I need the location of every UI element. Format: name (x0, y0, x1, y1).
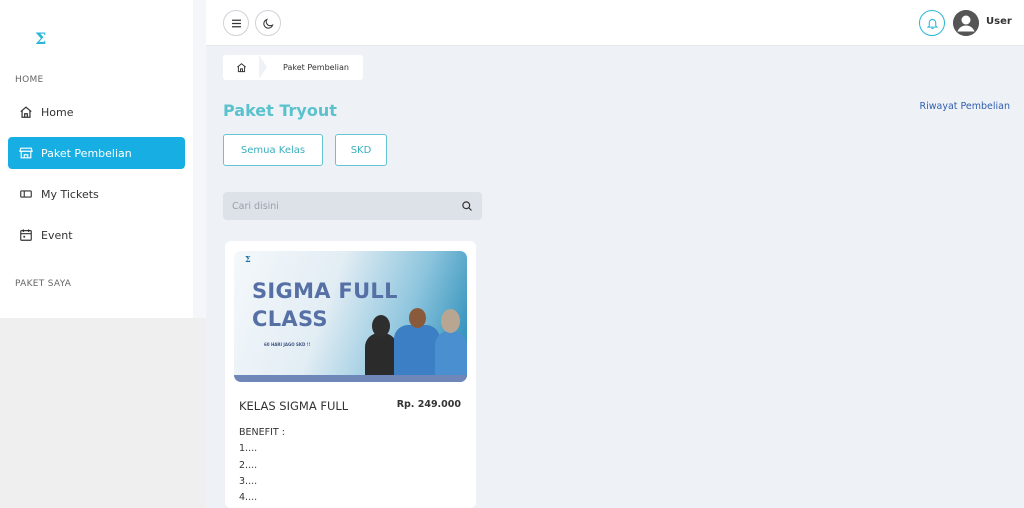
search-bar (223, 192, 482, 220)
brand-logo[interactable]: Σ (35, 29, 46, 48)
moon-icon (262, 17, 274, 29)
breadcrumb-current: Paket Pembelian (283, 63, 349, 72)
home-icon (236, 63, 246, 73)
banner-person-center (394, 325, 440, 375)
banner-person-left-head (372, 315, 390, 337)
banner-person-center-head (409, 308, 426, 328)
sidebar-item-label: My Tickets (41, 187, 99, 201)
sidebar-item-label: Event (41, 228, 73, 242)
paket-saya-heading: PAKET SAYA (15, 279, 72, 289)
product-price: Rp. 249.000 (396, 399, 461, 410)
theme-toggle-button[interactable] (255, 10, 281, 36)
user-avatar-icon (953, 10, 979, 36)
banner-title-line1: SIGMA FULL (252, 279, 398, 303)
sidebar-item-event[interactable]: Event (8, 219, 185, 251)
sidebar-divider (193, 0, 206, 318)
user-avatar[interactable] (953, 10, 979, 36)
bell-icon (926, 18, 938, 29)
banner-person-right (435, 331, 467, 375)
sidebar-item-my-tickets[interactable]: My Tickets (8, 178, 185, 210)
product-banner[interactable]: Σ SIGMA FULL CLASS 60 HARI JAGO SKD !! (234, 251, 467, 382)
menu-toggle-button[interactable] (223, 10, 249, 36)
breadcrumb: Paket Pembelian (223, 55, 363, 80)
banner-logo: Σ (245, 254, 251, 264)
sidebar-item-paket-pembelian[interactable]: Paket Pembelian (8, 137, 185, 169)
menu-icon (231, 19, 241, 27)
calendar-icon (19, 228, 33, 242)
search-input[interactable] (223, 192, 453, 220)
breadcrumb-home[interactable] (223, 55, 259, 80)
ticket-icon (19, 187, 33, 201)
page-title: Paket Tryout (223, 101, 337, 120)
user-name[interactable]: User (986, 16, 1012, 27)
notification-button[interactable] (919, 10, 945, 36)
breadcrumb-separator (259, 55, 271, 80)
banner-person-left (365, 333, 397, 375)
benefit-item: 4.... (239, 492, 258, 503)
home-section-heading: HOME (15, 75, 44, 85)
topbar: User (206, 0, 1024, 46)
sidebar: Σ HOME Home Paket Pembelian My Tickets E… (0, 0, 193, 318)
banner-subtitle: 60 HARI JAGO SKD !! (264, 342, 311, 347)
sidebar-item-home[interactable]: Home (8, 96, 185, 128)
banner-person-right-head (441, 309, 460, 333)
sidebar-item-label: Home (41, 105, 74, 119)
benefit-title: BENEFIT : (239, 427, 285, 438)
search-icon[interactable] (461, 200, 473, 212)
product-card[interactable]: Σ SIGMA FULL CLASS 60 HARI JAGO SKD !! K… (225, 241, 476, 508)
benefit-item: 3.... (239, 476, 258, 487)
benefit-item: 2.... (239, 460, 258, 471)
banner-shadow (234, 375, 467, 382)
product-name: KELAS SIGMA FULL (239, 399, 349, 413)
sidebar-empty-area (0, 318, 206, 508)
benefit-item: 1.... (239, 443, 258, 454)
purchase-history-link[interactable]: Riwayat Pembelian (919, 101, 1010, 112)
sidebar-item-label: Paket Pembelian (41, 146, 132, 160)
store-icon (19, 146, 33, 160)
home-icon (19, 105, 33, 119)
filter-skd-button[interactable]: SKD (335, 134, 387, 166)
filter-all-classes-button[interactable]: Semua Kelas (223, 134, 323, 166)
